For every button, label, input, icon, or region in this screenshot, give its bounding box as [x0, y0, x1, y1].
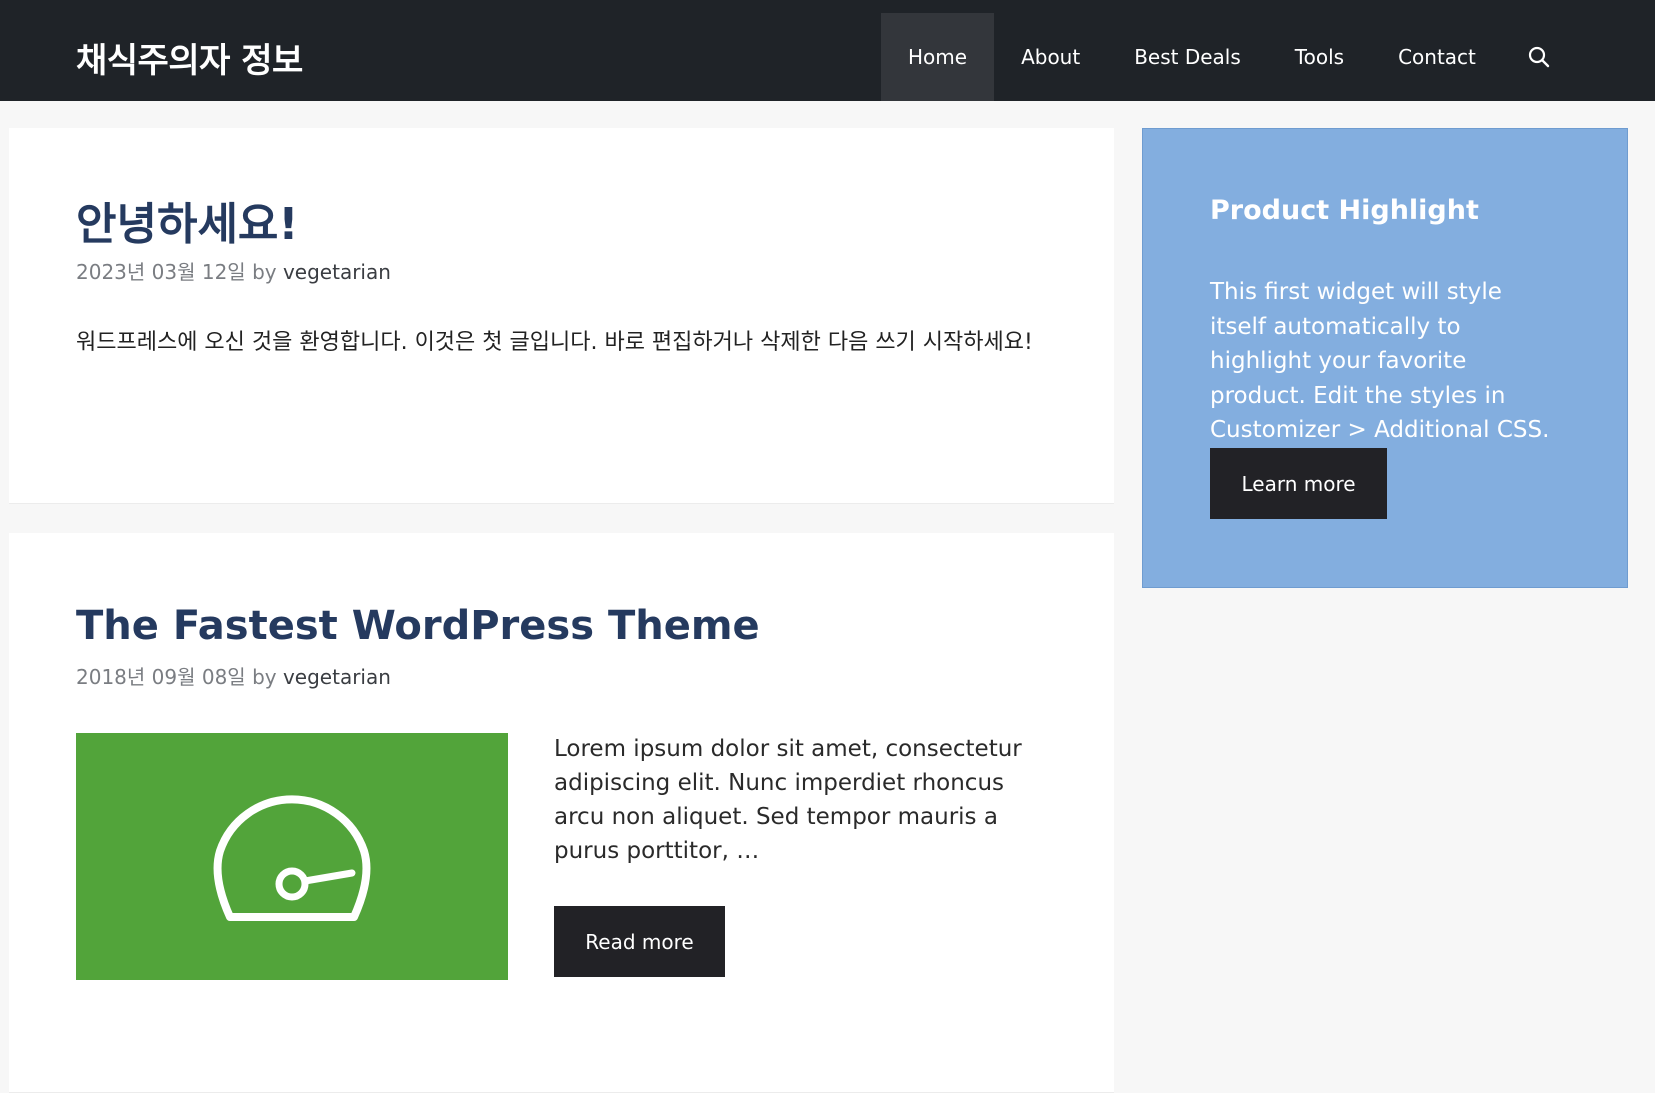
post-author[interactable]: vegetarian [283, 260, 391, 284]
site-header: 채식주의자 정보 Home About Best Deals Tools Con… [0, 0, 1655, 101]
widget-text: This first widget will style itself auto… [1210, 279, 1550, 443]
product-highlight-widget: Product Highlight This first widget will… [1142, 128, 1628, 588]
learn-more-button[interactable]: Learn more [1210, 448, 1387, 519]
read-more-button[interactable]: Read more [554, 906, 725, 977]
post-by-label: by [252, 665, 277, 689]
post-excerpt: Lorem ipsum dolor sit amet, consectetur … [554, 736, 1022, 864]
nav-item-tools[interactable]: Tools [1268, 13, 1371, 101]
post-title[interactable]: 안녕하세요! [76, 188, 298, 252]
nav-item-contact[interactable]: Contact [1371, 13, 1503, 101]
site-title[interactable]: 채식주의자 정보 [76, 33, 303, 82]
widget-title: Product Highlight [1210, 195, 1479, 226]
nav-item-home[interactable]: Home [881, 13, 995, 101]
post-by-label: by [252, 260, 277, 284]
post-author[interactable]: vegetarian [283, 665, 391, 689]
search-button[interactable] [1503, 13, 1575, 101]
post-card: The Fastest WordPress Theme 2018년 09월 08… [9, 533, 1114, 1093]
main-nav: Home About Best Deals Tools Contact [881, 13, 1575, 101]
post-date[interactable]: 2023년 03월 12일 [76, 260, 246, 284]
search-icon [1528, 46, 1550, 68]
nav-item-about[interactable]: About [994, 13, 1107, 101]
post-meta: 2018년 09월 08일 by vegetarian [76, 661, 391, 690]
nav-item-best-deals[interactable]: Best Deals [1107, 13, 1268, 101]
post-meta: 2023년 03월 12일 by vegetarian [76, 256, 391, 285]
post-date[interactable]: 2018년 09월 08일 [76, 665, 246, 689]
post-excerpt: 워드프레스에 오신 것을 환영합니다. 이것은 첫 글입니다. 바로 편집하거나… [76, 330, 1033, 355]
post-thumbnail[interactable] [76, 733, 508, 980]
post-title[interactable]: The Fastest WordPress Theme [76, 603, 760, 649]
speedometer-icon [213, 794, 371, 921]
post-card: 안녕하세요! 2023년 03월 12일 by vegetarian 워드프레스… [9, 128, 1114, 504]
